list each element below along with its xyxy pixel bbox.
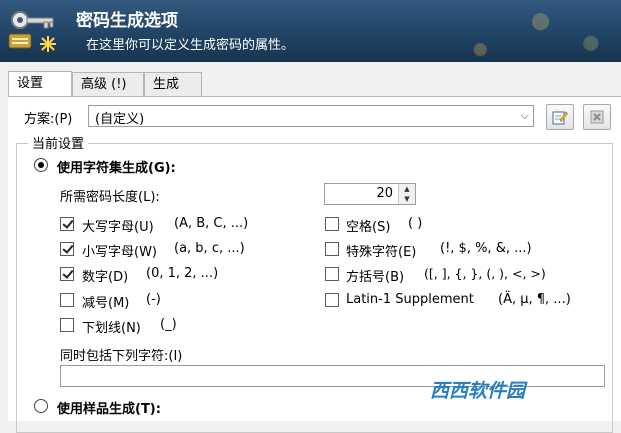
- sample-option-label: 使用样品生成(T):: [57, 402, 161, 417]
- latin1-label: Latin-1 Supplement: [346, 292, 474, 307]
- length-value: 20: [376, 186, 393, 201]
- digits-hint: (0, 1, 2, ...): [146, 266, 219, 281]
- uppercase-label: 大写字母(U): [82, 220, 154, 235]
- digits-label: 数字(D): [82, 270, 129, 285]
- scheme-value: (自定义): [95, 112, 145, 127]
- latin1-hint: (Ä, µ, ¶, ...): [498, 292, 571, 307]
- space-label: 空格(S): [346, 220, 391, 235]
- dialog-subtitle: 在这里你可以定义生成密码的属性。: [86, 38, 295, 53]
- minus-checkbox[interactable]: [60, 293, 74, 307]
- uppercase-checkbox[interactable]: [60, 217, 74, 231]
- underscore-hint: (_): [160, 317, 177, 332]
- header-decoration: [420, 0, 621, 62]
- brackets-checkbox[interactable]: [325, 267, 339, 281]
- space-checkbox[interactable]: [325, 217, 339, 231]
- brackets-label: 方括号(B): [346, 270, 405, 285]
- also-include-label: 同时包括下列字符:(I): [60, 349, 183, 364]
- edit-scheme-button[interactable]: [546, 104, 574, 130]
- stepper-up-icon[interactable]: ▲: [399, 184, 415, 194]
- lowercase-label: 小写字母(W): [82, 245, 157, 260]
- stepper-down-icon[interactable]: ▼: [399, 194, 415, 204]
- lowercase-hint: (a, b, c, ...): [174, 241, 245, 256]
- length-label: 所需密码长度(L):: [60, 190, 160, 205]
- special-hint: (!, $, %, &, ...): [440, 241, 532, 256]
- length-stepper[interactable]: 20 ▲ ▼: [324, 183, 416, 205]
- tab-advanced[interactable]: 高级 (!): [72, 72, 144, 96]
- watermark-logo: 西西软件园: [430, 380, 526, 402]
- lowercase-checkbox[interactable]: [60, 242, 74, 256]
- tab-generate[interactable]: 生成: [144, 72, 202, 96]
- chevron-down-icon: ⌵: [520, 109, 529, 122]
- space-hint: ( ): [408, 216, 423, 231]
- delete-scheme-button[interactable]: [583, 104, 611, 130]
- scheme-label: 方案:(P): [24, 112, 73, 127]
- special-checkbox[interactable]: [325, 242, 339, 256]
- scheme-dropdown[interactable]: (自定义) ⌵: [88, 105, 534, 127]
- underscore-label: 下划线(N): [82, 321, 141, 336]
- minus-label: 减号(M): [82, 296, 130, 311]
- digits-checkbox[interactable]: [60, 267, 74, 281]
- header-banner: 密码生成选项 在这里你可以定义生成密码的属性。: [0, 0, 621, 62]
- charset-radio[interactable]: [34, 158, 48, 172]
- latin1-checkbox[interactable]: [325, 293, 339, 307]
- minus-hint: (-): [146, 292, 161, 307]
- tab-settings[interactable]: 设置: [8, 71, 72, 97]
- underscore-checkbox[interactable]: [60, 318, 74, 332]
- current-settings-title: 当前设置: [28, 133, 89, 152]
- special-label: 特殊字符(E): [346, 245, 417, 260]
- uppercase-hint: (A, B, C, ...): [174, 216, 249, 231]
- dialog-title: 密码生成选项: [76, 11, 178, 31]
- brackets-hint: ([, ], {, }, (, ), <, >): [424, 266, 546, 281]
- key-sparkle-icon: [8, 11, 56, 52]
- edit-icon: [552, 111, 568, 125]
- charset-option-label: 使用字符集生成(G):: [57, 161, 176, 176]
- sample-radio[interactable]: [34, 399, 48, 413]
- delete-icon: [590, 110, 604, 124]
